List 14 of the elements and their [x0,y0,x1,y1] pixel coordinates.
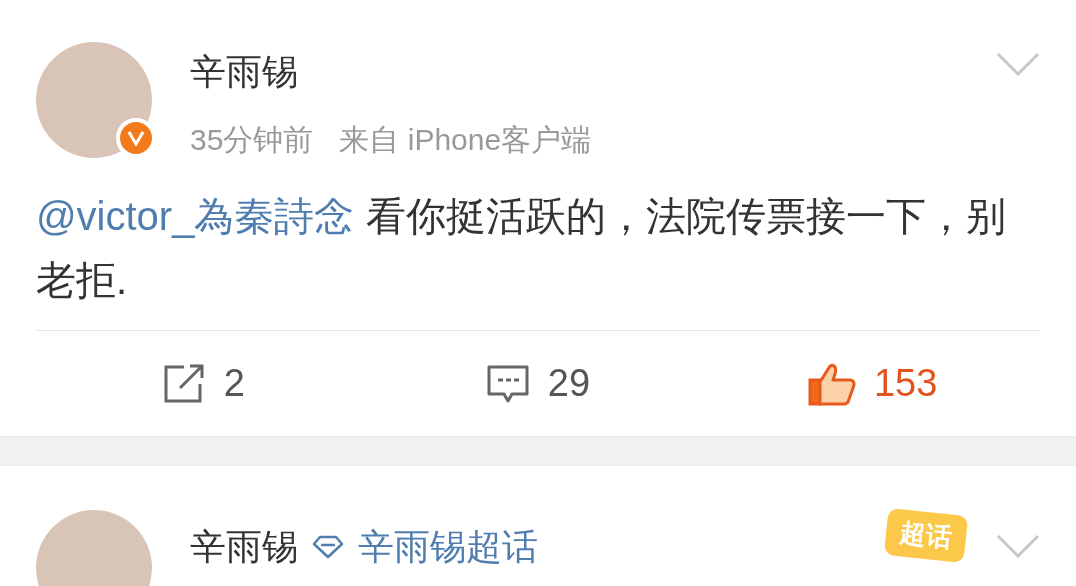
topic-link[interactable]: 辛雨锡超话 [358,520,538,574]
author-name[interactable]: 辛雨锡 [190,520,298,574]
post-text: @victor_為秦詩念 看你挺活跃的，法院传票接一下，别老拒. [36,193,1007,304]
like-button[interactable]: 153 [705,355,1040,412]
author-name[interactable]: 辛雨锡 [190,50,996,94]
diamond-icon [312,535,344,559]
chevron-down-icon[interactable] [996,533,1040,558]
post-source: 来自 iPhone客户端 [339,122,592,158]
mention-link[interactable]: @victor_為秦詩念 [36,194,355,238]
comment-icon [485,363,530,404]
post-time: 35分钟前 [190,122,314,158]
comment-button[interactable]: 29 [370,355,706,412]
chevron-down-icon[interactable] [996,52,1040,76]
repost-button[interactable]: 2 [36,355,371,412]
